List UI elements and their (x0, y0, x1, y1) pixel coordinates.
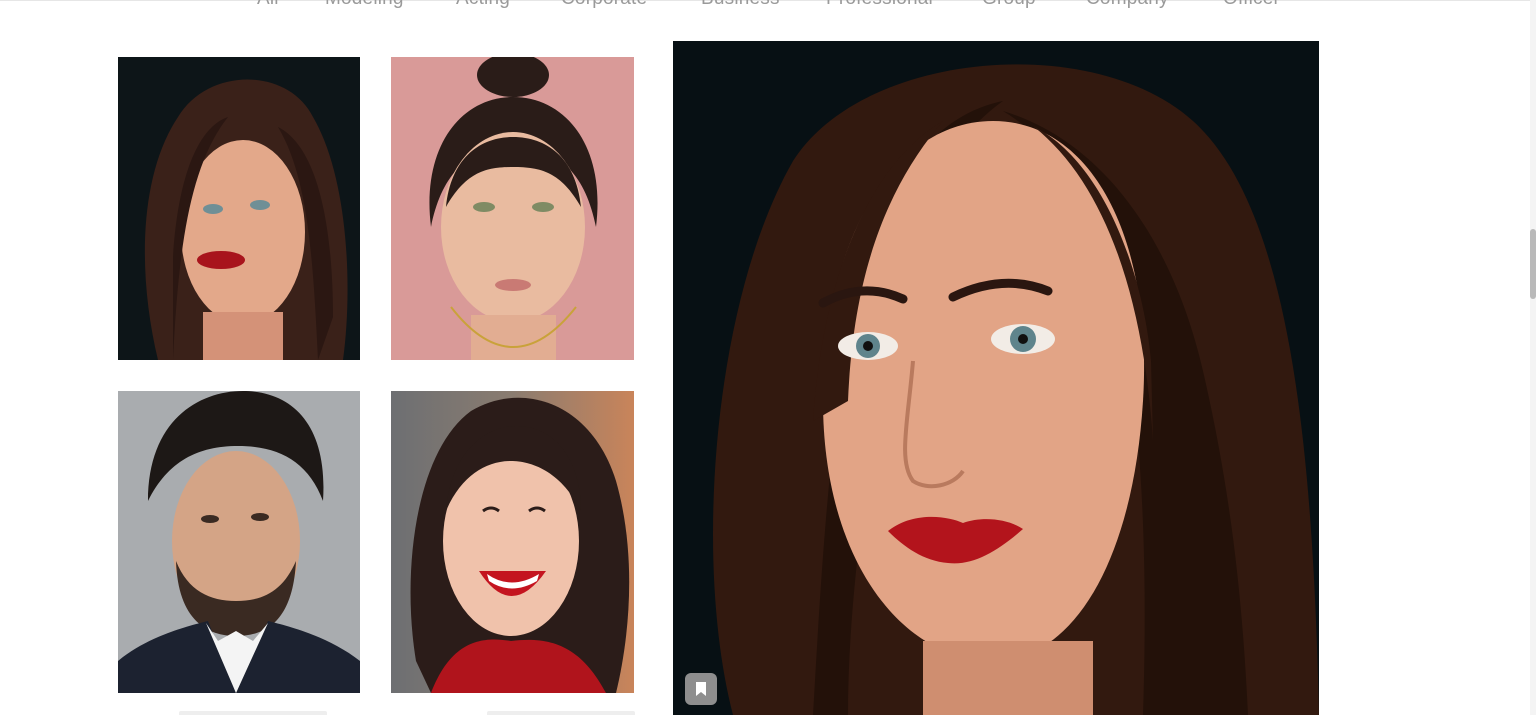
filter-professional[interactable]: Professional (826, 0, 933, 10)
scrollbar-thumb[interactable] (1530, 229, 1536, 299)
filter-corporate[interactable]: Corporate (561, 0, 647, 10)
thumbnail-woman-dark-hair[interactable] (118, 57, 360, 360)
category-filter-bar: All Modeling Acting Corporate Business P… (0, 0, 1530, 10)
card-stub (179, 711, 327, 715)
preview-image[interactable] (673, 41, 1319, 715)
thumbnail-woman-smiling-red-top[interactable] (391, 391, 634, 693)
portrait-image (391, 391, 634, 693)
bookmark-button[interactable] (685, 673, 717, 705)
vertical-scrollbar[interactable] (1530, 0, 1536, 715)
portrait-closeup (673, 41, 1319, 715)
filter-company[interactable]: Company (1086, 0, 1169, 10)
filter-officer[interactable]: Officer (1223, 0, 1280, 10)
portrait-image (391, 57, 634, 360)
card-stub (487, 711, 635, 715)
filter-group[interactable]: Group (982, 0, 1036, 10)
portrait-image (118, 57, 360, 360)
portfolio-page: All Modeling Acting Corporate Business P… (0, 0, 1536, 715)
thumbnail-man-beard-suit[interactable] (118, 391, 360, 693)
thumbnail-woman-pink-background[interactable] (391, 57, 634, 360)
filter-acting[interactable]: Acting (456, 0, 510, 10)
bookmark-icon (696, 682, 706, 696)
filter-all[interactable]: All (257, 0, 279, 10)
filter-business[interactable]: Business (701, 0, 780, 10)
filter-modeling[interactable]: Modeling (325, 0, 404, 10)
portrait-image (118, 391, 360, 693)
